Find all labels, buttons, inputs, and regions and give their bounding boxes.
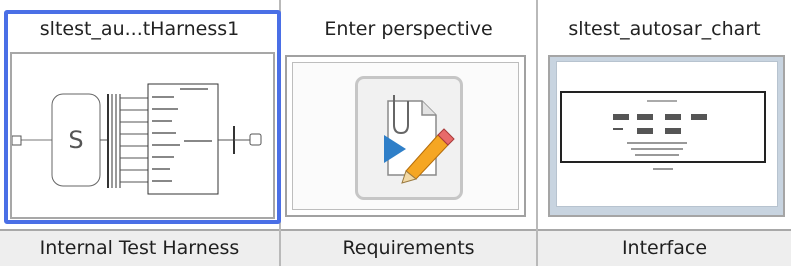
perspectives-strip: sltest_au...tHarness1 S Internal Test Ha… (0, 0, 791, 266)
selection-highlight (4, 10, 281, 224)
requirements-thumbnail[interactable] (285, 55, 526, 217)
tile-label: Requirements (281, 229, 536, 266)
document-pencil-icon (384, 95, 455, 184)
tile-label: Interface (538, 229, 791, 266)
tile-label: Internal Test Harness (0, 229, 279, 266)
interface-thumbnail[interactable] (548, 55, 785, 217)
chart-diagram-icon (560, 91, 766, 170)
tile-title: Enter perspective (324, 18, 493, 40)
requirements-thumbnail-inner (292, 62, 519, 210)
chart-page-preview (556, 61, 778, 207)
tile-title: sltest_autosar_chart (568, 18, 761, 40)
requirements-editor-icon (355, 76, 463, 200)
